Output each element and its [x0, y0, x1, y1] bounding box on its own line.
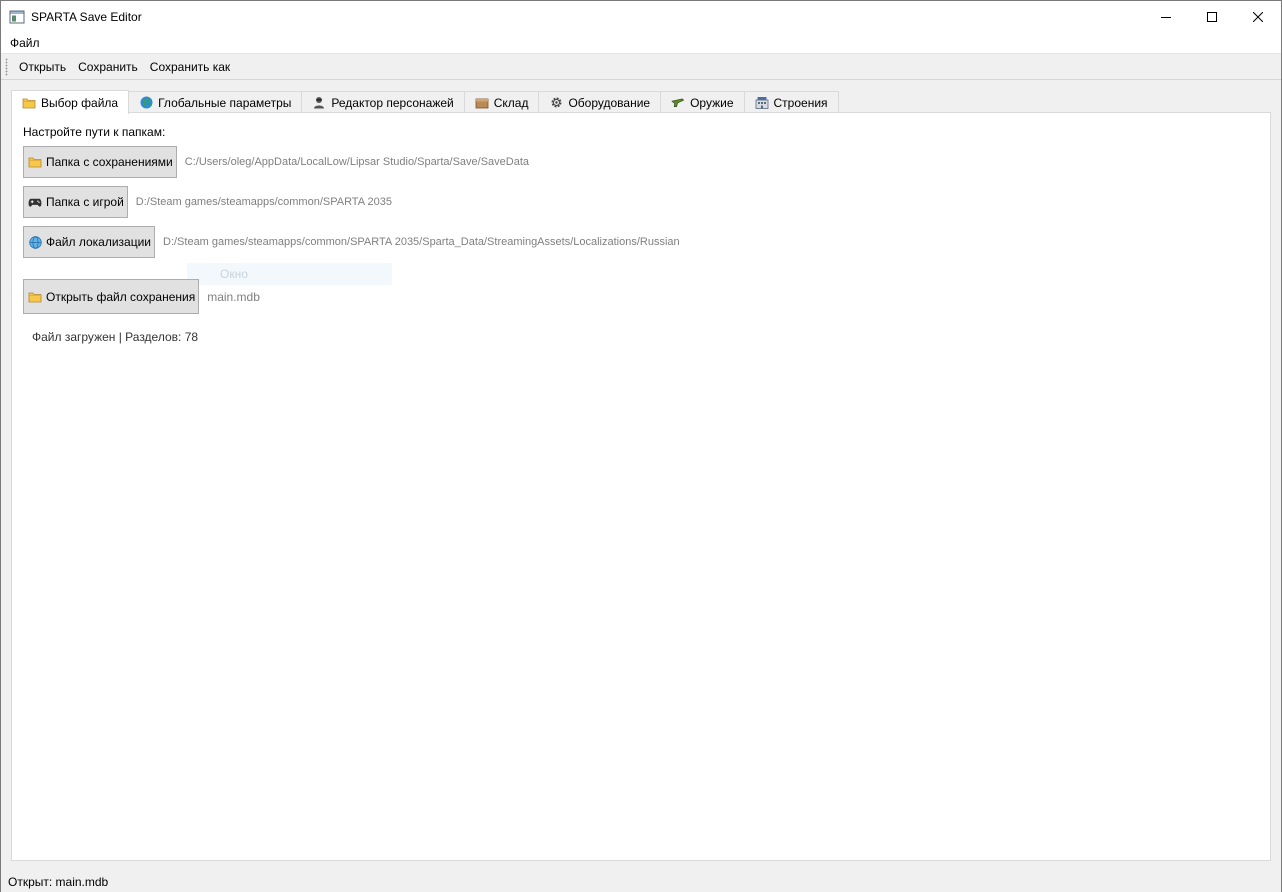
button-label: Открыть файл сохранения	[46, 289, 196, 304]
toolbar: Открыть Сохранить Сохранить как	[1, 55, 1281, 80]
tab-bar: Выбор файла Глобальные параметры Редакто…	[11, 90, 839, 114]
button-label: Папка с сохранениями	[46, 155, 173, 169]
title-bar: SPARTA Save Editor	[1, 1, 1281, 32]
status-text: Открыт: main.mdb	[8, 874, 109, 889]
gamepad-icon	[28, 195, 42, 209]
tab-label: Глобальные параметры	[158, 95, 292, 110]
open-button[interactable]: Открыть	[13, 57, 72, 77]
close-button[interactable]	[1235, 1, 1281, 32]
game-folder-path: D:/Steam games/steamapps/common/SPARTA 2…	[135, 196, 392, 208]
button-label: Файл локализации	[46, 235, 151, 249]
close-icon	[1253, 11, 1263, 22]
globe-icon	[28, 235, 42, 249]
button-label: Папка с игрой	[46, 195, 124, 209]
save-button[interactable]: Сохранить	[72, 57, 144, 77]
tab-label: Выбор файла	[41, 95, 119, 110]
paths-prompt: Настройте пути к папкам:	[23, 125, 166, 139]
tab-label: Склад	[493, 95, 529, 110]
tab-buildings[interactable]: Строения	[743, 91, 839, 113]
localization-button[interactable]: Файл локализации	[23, 226, 155, 258]
tab-label: Редактор персонажей	[331, 95, 454, 110]
open-save-file-button[interactable]: Открыть файл сохранения	[23, 279, 200, 314]
box-icon	[475, 96, 489, 110]
window-controls	[1143, 1, 1281, 32]
minimize-button[interactable]	[1143, 1, 1189, 32]
save-file-name: main.mdb	[207, 289, 260, 304]
save-as-button[interactable]: Сохранить как	[144, 57, 236, 77]
game-folder-button[interactable]: Папка с игрой	[23, 186, 128, 218]
file-select-panel: Настройте пути к папкам: Папка с сохране…	[11, 112, 1271, 861]
menu-bar: Файл	[1, 32, 1281, 54]
gear-icon	[549, 96, 563, 110]
window-title: SPARTA Save Editor	[31, 9, 142, 24]
maximize-icon	[1207, 11, 1217, 22]
tab-label: Оружие	[690, 95, 734, 110]
tab-label: Оборудование	[568, 95, 651, 110]
minimize-icon	[1161, 16, 1171, 18]
folder-icon	[28, 155, 42, 169]
localization-path: D:/Steam games/steamapps/common/SPARTA 2…	[163, 236, 680, 248]
saves-folder-row: Папка с сохранениями C:/Users/oleg/AppDa…	[23, 146, 529, 178]
saves-folder-button[interactable]: Папка с сохранениями	[23, 146, 177, 178]
tab-weapons[interactable]: Оружие	[660, 91, 745, 113]
open-save-row: Открыть файл сохранения main.mdb	[23, 279, 260, 314]
game-folder-row: Папка с игрой D:/Steam games/steamapps/c…	[23, 186, 392, 218]
globe-icon	[139, 96, 153, 110]
localization-row: Файл локализации D:/Steam games/steamapp…	[23, 226, 680, 258]
tab-global-params[interactable]: Глобальные параметры	[128, 91, 303, 113]
app-icon	[9, 9, 25, 25]
gun-icon	[671, 96, 685, 110]
building-icon	[755, 96, 769, 110]
toolbar-grip[interactable]	[5, 58, 8, 76]
load-status: Файл загружен | Разделов: 78	[32, 330, 199, 344]
maximize-button[interactable]	[1189, 1, 1235, 32]
saves-folder-path: C:/Users/oleg/AppData/LocalLow/Lipsar St…	[184, 156, 530, 168]
tab-equipment[interactable]: Оборудование	[538, 91, 662, 113]
tab-label: Строения	[773, 95, 828, 110]
person-icon	[312, 96, 326, 110]
menu-file[interactable]: Файл	[1, 36, 48, 50]
folder-icon	[22, 96, 36, 110]
tab-warehouse[interactable]: Склад	[463, 91, 540, 113]
folder-icon	[28, 290, 42, 304]
tab-file-select[interactable]: Выбор файла	[11, 90, 130, 114]
tab-character-editor[interactable]: Редактор персонажей	[301, 91, 465, 113]
status-bar: Открыт: main.mdb	[1, 871, 1281, 892]
app-window: SPARTA Save Editor Файл Открыть Сохранит…	[0, 0, 1282, 892]
